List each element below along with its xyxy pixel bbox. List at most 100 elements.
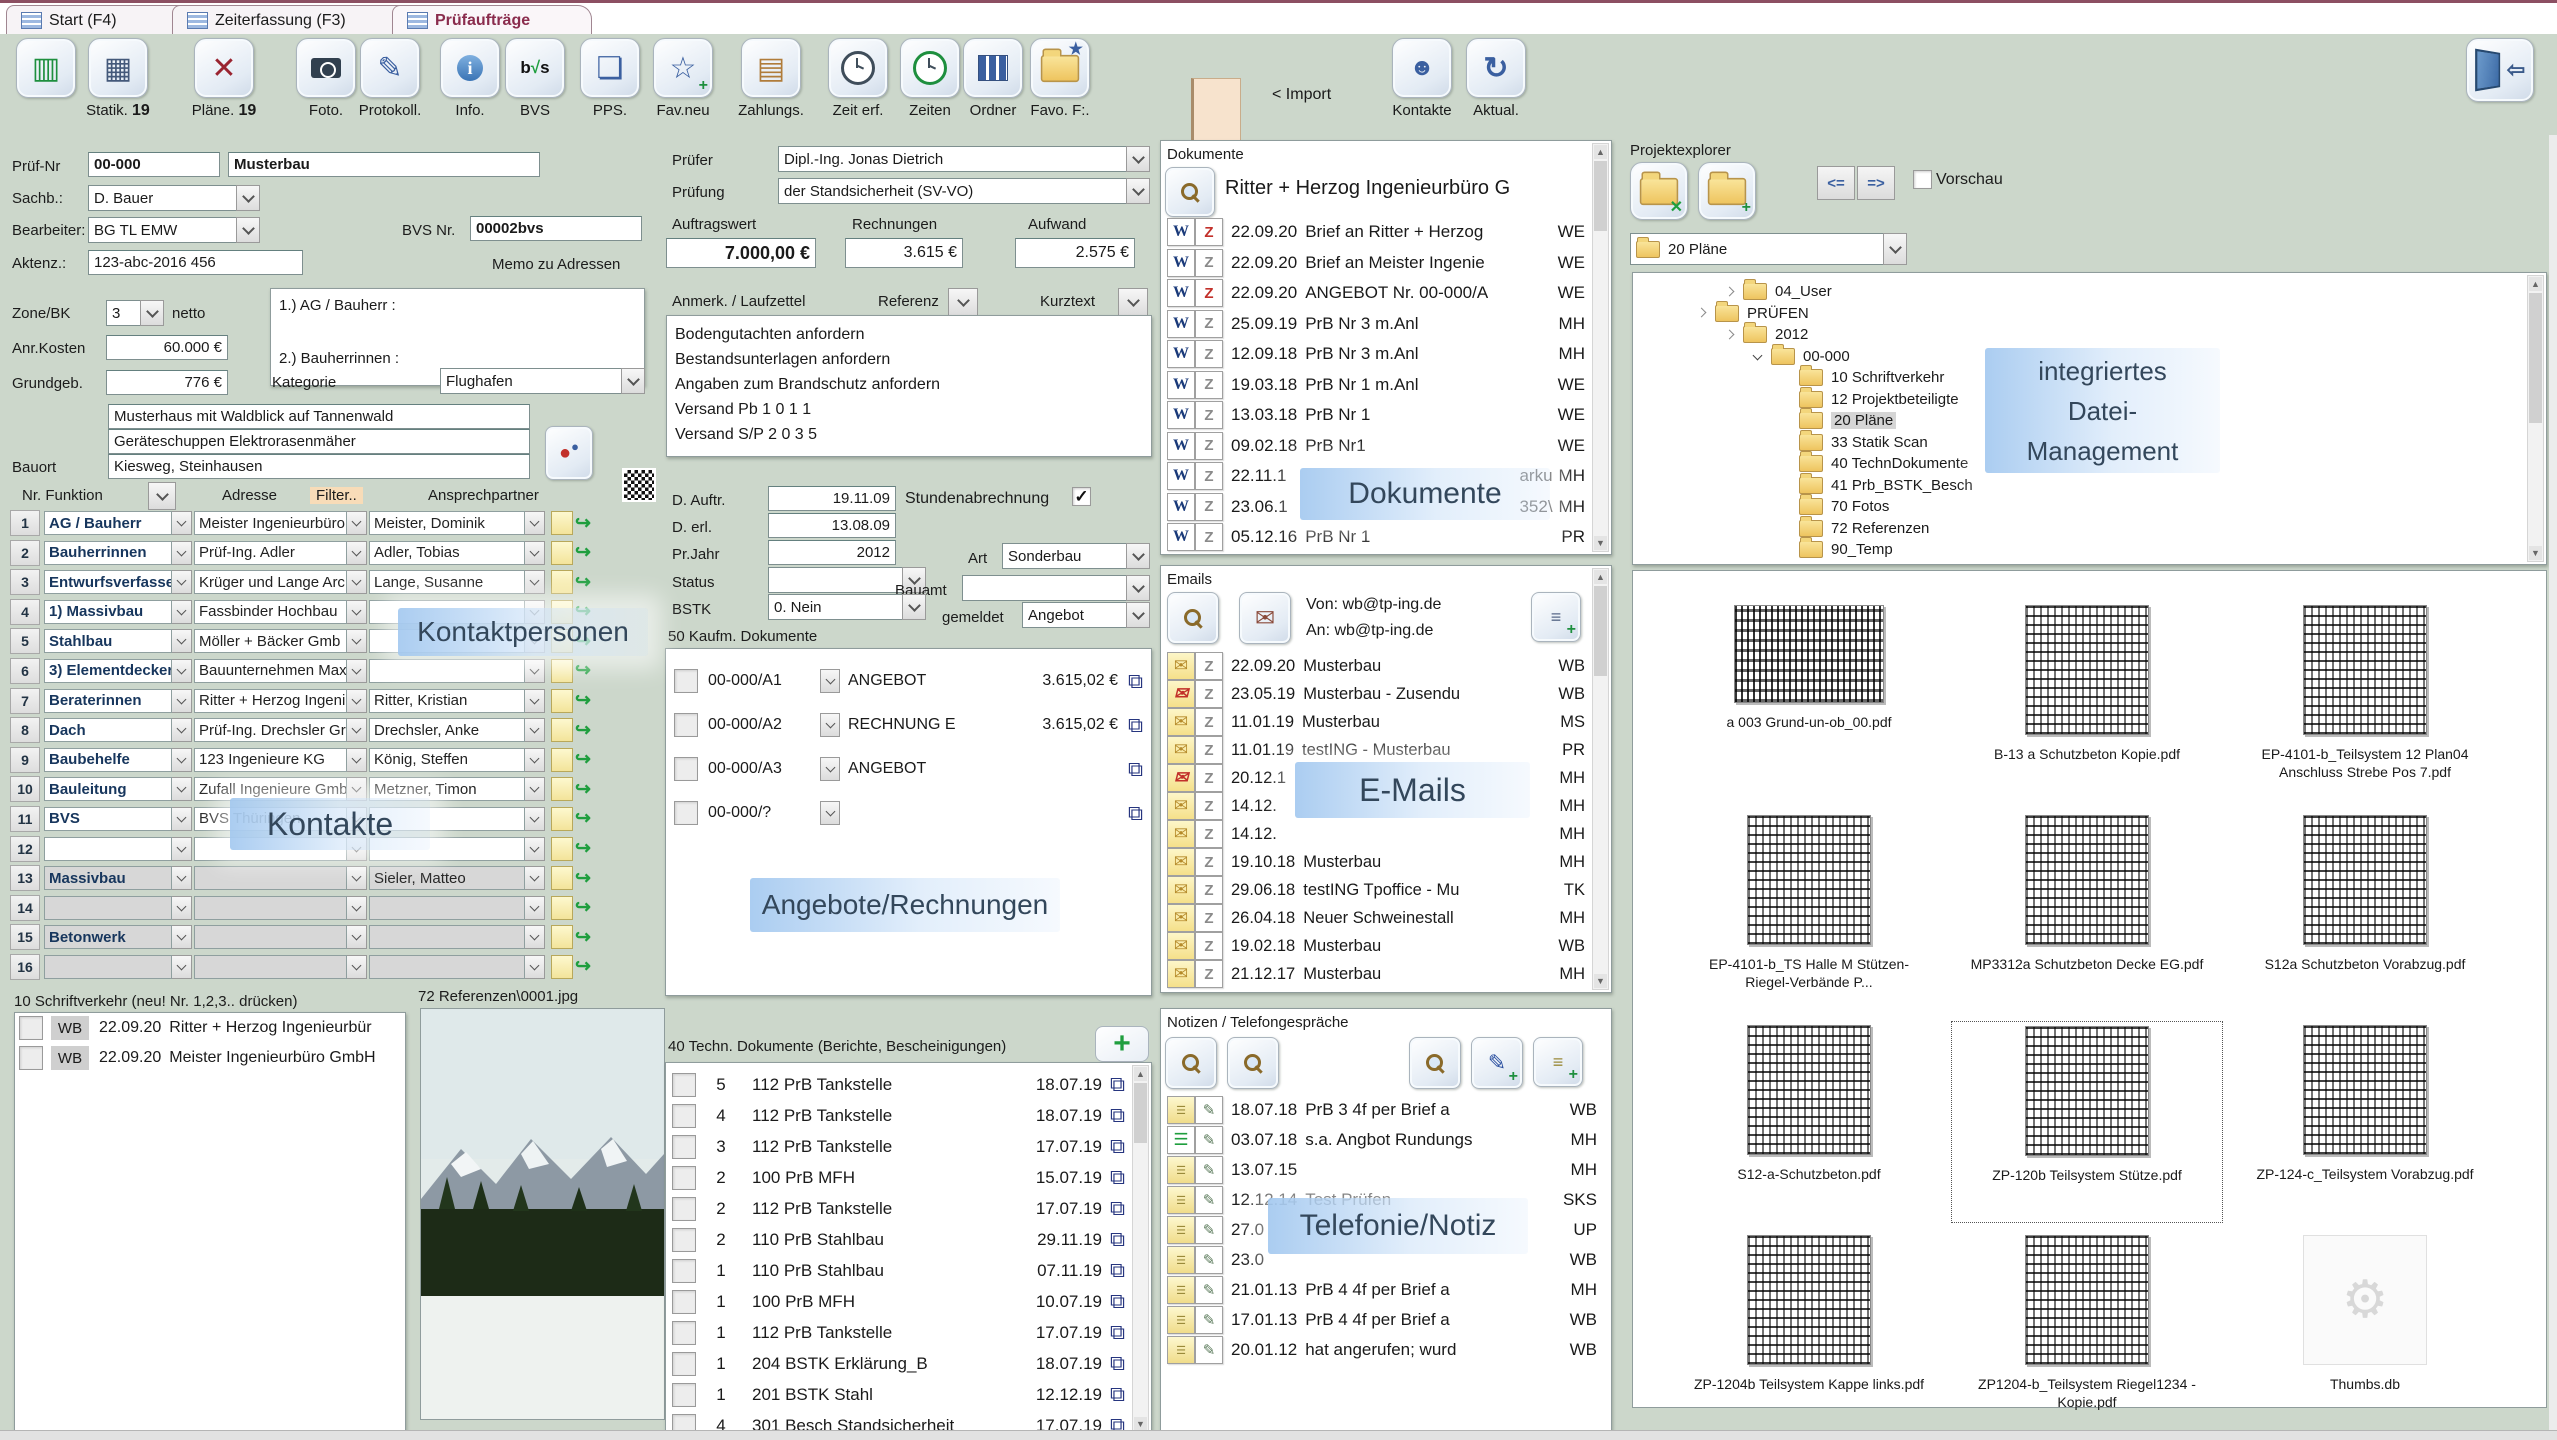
checkbox[interactable] <box>672 1259 696 1283</box>
chevron-down-icon[interactable] <box>347 866 367 890</box>
tree-item[interactable]: 90_Temp <box>1633 539 2546 561</box>
zip-archive-icon[interactable]: Z <box>1195 764 1223 792</box>
note-icon[interactable] <box>551 659 573 683</box>
word-document-icon[interactable]: W <box>1167 523 1195 551</box>
chevron-down-icon[interactable] <box>525 541 545 565</box>
envelope-icon[interactable]: ✉ <box>1167 680 1195 708</box>
techn-row[interactable]: 1 100 PrB MFH 10.07.19 ⧉ <box>666 1286 1131 1317</box>
chevron-down-icon[interactable] <box>172 925 192 949</box>
envelope-icon[interactable]: ✉ <box>1167 876 1195 904</box>
word-document-icon[interactable]: W <box>1167 432 1195 460</box>
rechnungen-field[interactable]: 3.615 € <box>845 238 963 268</box>
goto-contact-icon[interactable]: ↪ <box>575 661 591 680</box>
notiz-row[interactable]: ☰ ✎ 20.01.12 hat angerufen; wurd WB <box>1163 1335 1601 1365</box>
new-notiz-icon[interactable]: ≡+ <box>1533 1037 1583 1087</box>
zip-archive-icon[interactable]: Z <box>1195 820 1223 848</box>
file-item[interactable]: ZP1204-b_Teilsystem Riegel1234 - Kopie.p… <box>1951 1231 2223 1433</box>
toolbar-item-protokoll[interactable]: ✎ Protokoll. <box>352 38 428 119</box>
file-item[interactable]: ZP-120b Teilsystem Stütze.pdf <box>1951 1021 2223 1223</box>
zip-archive-icon[interactable]: Z <box>1195 876 1223 904</box>
email-row[interactable]: ✉ Z 11.01.19 Musterbau MS <box>1163 708 1589 736</box>
chevron-down-icon[interactable] <box>347 659 367 683</box>
map-pin-icon[interactable]: ●● <box>545 426 593 480</box>
word-document-icon[interactable]: W <box>1167 249 1195 277</box>
schriftverkehr-row[interactable]: WB 22.09.20 Meister Ingenieurbüro GmbH <box>15 1043 405 1073</box>
chevron-down-icon[interactable] <box>347 748 367 772</box>
envelope-icon[interactable]: ✉ <box>1167 792 1195 820</box>
file-item[interactable]: a 003 Grund-un-ob_00.pdf <box>1673 601 1945 803</box>
techn-row[interactable]: 1 201 BSTK Stahl 12.12.19 ⧉ <box>666 1379 1131 1410</box>
techn-row[interactable]: 2 110 PrB Stahlbau 29.11.19 ⧉ <box>666 1224 1131 1255</box>
envelope-icon[interactable]: ✉ <box>1167 820 1195 848</box>
chevron-down-icon[interactable] <box>525 837 545 861</box>
dokument-row[interactable]: W Z 13.03.18 PrB Nr 1 WE <box>1163 400 1589 431</box>
note-icon[interactable] <box>551 689 573 713</box>
expander-icon[interactable] <box>1779 522 1791 534</box>
chevron-down-icon[interactable] <box>347 600 367 624</box>
expander-icon[interactable] <box>1779 501 1791 513</box>
techn-row[interactable]: 5 112 PrB Tankstelle 18.07.19 ⧉ <box>666 1069 1131 1100</box>
note-icon[interactable] <box>551 837 573 861</box>
tab-zeiterfassung[interactable]: Zeiterfassung (F3) <box>172 5 412 35</box>
tree-item[interactable]: 70 Fotos <box>1633 496 2546 518</box>
techn-row[interactable]: 1 110 PrB Stahlbau 07.11.19 ⧉ <box>666 1255 1131 1286</box>
checkbox[interactable] <box>672 1321 696 1345</box>
file-item[interactable]: ⚙ Thumbs.db <box>2229 1231 2501 1433</box>
dokument-row[interactable]: W Z 22.09.20 Brief an Meister Ingenie WE <box>1163 248 1589 279</box>
zip-archive-icon[interactable]: Z <box>1195 904 1223 932</box>
scroll-down-icon[interactable]: ▼ <box>1594 536 1607 550</box>
chevron-down-icon[interactable] <box>172 629 192 653</box>
zone-select[interactable]: 3 <box>106 300 164 326</box>
goto-contact-icon[interactable]: ↪ <box>575 573 591 592</box>
dokument-row[interactable]: W Z 05.12.16 PrB Nr 1 PR <box>1163 522 1589 553</box>
pruefung-select[interactable]: der Standsicherheit (SV-VO) <box>778 178 1150 204</box>
chevron-down-icon[interactable] <box>172 955 192 979</box>
grundgeb-field[interactable]: 776 € <box>106 370 228 395</box>
goto-contact-icon[interactable]: ↪ <box>575 898 591 917</box>
aktenz-field[interactable]: 123-abc-2016 456 <box>88 250 303 275</box>
chevron-down-icon[interactable] <box>525 807 545 831</box>
pruefnr-field[interactable]: 00-000 <box>88 152 220 177</box>
zip-archive-icon[interactable]: Z <box>1195 249 1223 277</box>
contact-row[interactable]: 9 Baubehelfe 123 Ingenieure KG König, St… <box>10 747 660 773</box>
email-row[interactable]: ✉ Z 26.04.18 Neuer Schweinestall MH <box>1163 904 1589 932</box>
email-attachment-icon[interactable]: ✉ <box>1239 592 1291 644</box>
projektname-field[interactable]: Musterbau <box>228 152 540 177</box>
chevron-down-icon[interactable] <box>525 748 545 772</box>
zip-archive-icon[interactable]: Z <box>1195 523 1223 551</box>
schriftverkehr-list[interactable]: WB 22.09.20 Ritter + Herzog Ingenieurbür… <box>14 1012 406 1432</box>
scroll-up-icon[interactable]: ▲ <box>1134 1067 1147 1081</box>
word-document-icon[interactable]: W <box>1167 279 1195 307</box>
chevron-down-icon[interactable] <box>1126 146 1150 172</box>
chevron-down-icon[interactable] <box>172 659 192 683</box>
email-search-icon[interactable] <box>1167 592 1219 644</box>
note-icon[interactable]: ☰ <box>1167 1246 1195 1274</box>
toolbar-item-ordner[interactable]: Ordner <box>955 38 1031 119</box>
scroll-up-icon[interactable]: ▲ <box>1594 570 1607 584</box>
bstk-select[interactable]: 0. Nein <box>768 594 926 620</box>
note-icon[interactable] <box>551 511 573 535</box>
chevron-down-icon[interactable] <box>347 718 367 742</box>
auftragswert-field[interactable]: 7.000,00 € <box>666 238 816 268</box>
chevron-down-icon[interactable] <box>172 511 192 535</box>
contact-row[interactable]: 7 Beraterinnen Ritter + Herzog Ingeni Ri… <box>10 688 660 714</box>
zip-archive-icon[interactable]: Z <box>1195 218 1223 246</box>
chevron-down-icon[interactable] <box>347 570 367 594</box>
goto-contact-icon[interactable]: ↪ <box>575 750 591 769</box>
checkbox[interactable] <box>19 1016 43 1040</box>
goto-contact-icon[interactable]: ↪ <box>575 543 591 562</box>
envelope-icon[interactable]: ✉ <box>1167 904 1195 932</box>
note-icon[interactable]: ☰ <box>1167 1096 1195 1124</box>
notiz-row[interactable]: ☰ ✎ 13.07.15 MH <box>1163 1155 1601 1185</box>
note-icon[interactable] <box>551 570 573 594</box>
techn-row[interactable]: 3 112 PrB Tankstelle 17.07.19 ⧉ <box>666 1131 1131 1162</box>
email-row[interactable]: ✉ Z 21.12.17 Musterbau MH <box>1163 960 1589 988</box>
dokument-row[interactable]: W Z 25.09.19 PrB Nr 3 m.Anl MH <box>1163 309 1589 340</box>
dokument-row[interactable]: W Z 09.02.18 PrB Nr1 WE <box>1163 431 1589 462</box>
zip-archive-icon[interactable]: Z <box>1195 652 1223 680</box>
chevron-down-icon[interactable] <box>525 955 545 979</box>
zip-archive-icon[interactable]: Z <box>1195 279 1223 307</box>
expander-icon[interactable] <box>1779 415 1791 427</box>
toolbar-item-zahlungs[interactable]: ▤ Zahlungs. <box>733 38 809 119</box>
chevron-down-icon[interactable] <box>525 925 545 949</box>
